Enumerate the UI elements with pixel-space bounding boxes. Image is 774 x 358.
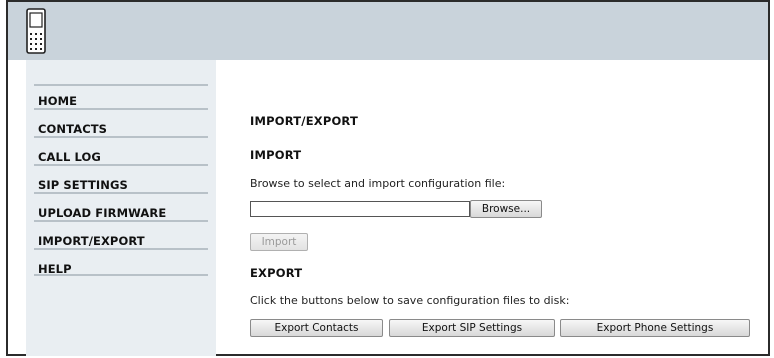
import-instruction: Browse to select and import configuratio…	[250, 177, 506, 190]
sidebar: HOME CONTACTS CALL LOG SIP SETTINGS UPLO…	[26, 60, 216, 356]
phone-icon	[26, 8, 46, 54]
sidebar-item-sip-settings[interactable]: SIP SETTINGS	[34, 164, 208, 192]
export-contacts-button[interactable]: Export Contacts	[250, 319, 383, 337]
main-content: IMPORT/EXPORT IMPORT Browse to select an…	[248, 60, 768, 356]
export-heading: EXPORT	[250, 266, 303, 280]
header-bar	[8, 2, 768, 60]
sidebar-nav: HOME CONTACTS CALL LOG SIP SETTINGS UPLO…	[34, 84, 208, 276]
export-sip-settings-button[interactable]: Export SIP Settings	[389, 319, 555, 337]
sidebar-item-import-export[interactable]: IMPORT/EXPORT	[34, 220, 208, 248]
sidebar-item-upload-firmware[interactable]: UPLOAD FIRMWARE	[34, 192, 208, 220]
page-title: IMPORT/EXPORT	[250, 114, 359, 128]
sidebar-item-home[interactable]: HOME	[34, 84, 208, 108]
sidebar-item-contacts[interactable]: CONTACTS	[34, 108, 208, 136]
export-phone-settings-button[interactable]: Export Phone Settings	[560, 319, 750, 337]
export-instruction: Click the buttons below to save configur…	[250, 294, 570, 307]
file-path-input[interactable]	[250, 201, 470, 217]
import-button[interactable]: Import	[250, 233, 308, 251]
sidebar-item-help[interactable]: HELP	[34, 248, 208, 276]
app-frame: HOME CONTACTS CALL LOG SIP SETTINGS UPLO…	[6, 0, 770, 356]
sidebar-item-call-log[interactable]: CALL LOG	[34, 136, 208, 164]
import-heading: IMPORT	[250, 148, 302, 162]
browse-button[interactable]: Browse...	[470, 200, 542, 218]
